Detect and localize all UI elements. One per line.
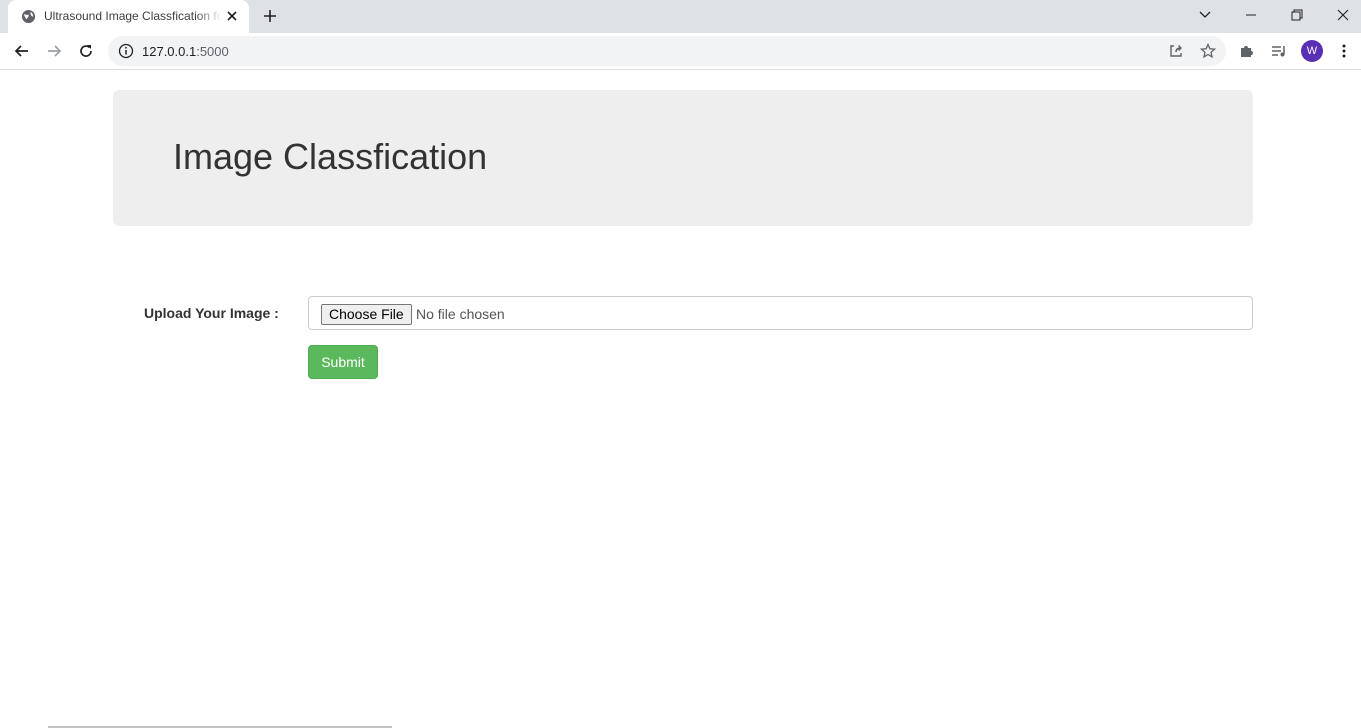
url-host: 127.0.0.1 xyxy=(142,44,197,59)
upload-label: Upload Your Image : xyxy=(144,305,279,321)
minimize-icon xyxy=(1246,14,1256,16)
forward-button[interactable] xyxy=(41,38,67,64)
url-port: :5000 xyxy=(196,44,229,59)
page-viewport: Image Classfication Upload Your Image : … xyxy=(0,71,1361,728)
back-icon xyxy=(14,45,28,57)
forward-icon xyxy=(48,45,62,57)
reload-button[interactable] xyxy=(73,38,99,64)
minimize-button[interactable] xyxy=(1228,0,1274,30)
close-window-button[interactable] xyxy=(1320,0,1361,30)
globe-icon xyxy=(21,9,36,24)
close-icon xyxy=(1337,9,1349,21)
tab-strip: Ultrasound Image Classfication for Kidne… xyxy=(0,0,1361,33)
share-icon[interactable] xyxy=(1168,43,1184,59)
browser-tab[interactable]: Ultrasound Image Classfication for Kidne… xyxy=(8,0,249,33)
reading-list-icon xyxy=(1272,46,1285,57)
tab-search-button[interactable] xyxy=(1182,0,1228,30)
back-button[interactable] xyxy=(9,38,35,64)
extensions-button[interactable] xyxy=(1236,40,1258,62)
plus-icon[interactable] xyxy=(259,5,281,27)
restore-icon xyxy=(1291,9,1303,21)
file-input-field[interactable]: Choose File No file chosen xyxy=(308,296,1253,330)
file-status-text: No file chosen xyxy=(416,306,505,322)
tab-title: Ultrasound Image Classfication for Kidne… xyxy=(44,9,222,23)
page-header-banner: Image Classfication xyxy=(113,90,1253,226)
star-icon[interactable] xyxy=(1200,43,1216,59)
profile-avatar[interactable]: W xyxy=(1301,40,1323,62)
url-text[interactable]: 127.0.0.1:5000 xyxy=(142,44,229,59)
address-bar[interactable]: 127.0.0.1:5000 xyxy=(108,36,1226,66)
more-icon xyxy=(1342,44,1346,58)
reload-icon xyxy=(80,45,92,57)
puzzle-icon xyxy=(1241,46,1253,57)
browser-toolbar: 127.0.0.1:5000 W xyxy=(0,33,1361,70)
tab-search-icon xyxy=(1199,11,1211,18)
restore-button[interactable] xyxy=(1274,0,1320,30)
tab-close-icon[interactable] xyxy=(224,8,240,24)
choose-file-button[interactable]: Choose File xyxy=(321,304,412,325)
page-title: Image Classfication xyxy=(173,136,488,177)
info-icon[interactable] xyxy=(118,43,134,59)
menu-button[interactable] xyxy=(1333,40,1355,62)
reading-list-button[interactable] xyxy=(1268,40,1290,62)
submit-button[interactable]: Submit xyxy=(308,345,378,379)
